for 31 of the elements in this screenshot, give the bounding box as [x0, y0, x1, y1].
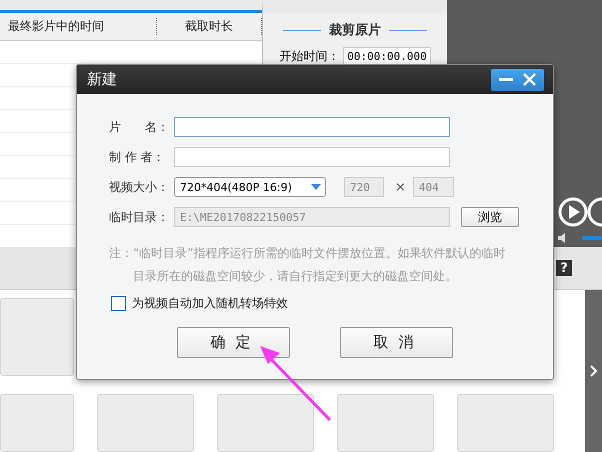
times-sign: ×	[395, 180, 406, 194]
checkbox[interactable]	[111, 296, 126, 311]
help-button[interactable]: ?	[556, 260, 572, 276]
minimize-icon[interactable]	[499, 78, 513, 82]
clip-tile[interactable]	[0, 394, 74, 452]
browse-button[interactable]: 浏览	[461, 207, 519, 227]
play-icon[interactable]	[558, 197, 602, 228]
text-field[interactable]	[174, 117, 450, 137]
cancel-button[interactable]: 取消	[340, 327, 453, 358]
clip-tile[interactable]	[457, 394, 554, 452]
dialog-title: 新建	[87, 70, 117, 89]
caret-icon	[311, 184, 321, 190]
checkbox-label: 为视频自动加入随机转场特效	[132, 295, 288, 312]
field-label: 片 名：	[109, 118, 170, 136]
ok-button[interactable]: 确定	[177, 327, 290, 358]
note-text: 注：“临时目录”指程序运行所需的临时文件摆放位置。如果软件默认的临时目录所在的磁盘空间较少，请自行指定到更大的磁盘空间处。	[109, 245, 506, 285]
column-header[interactable]: 最终影片中的时间	[0, 18, 158, 35]
size-dropdown[interactable]: 720*404(480P 16:9)	[174, 177, 326, 197]
panel-title: 裁剪原片	[283, 21, 427, 39]
chevron-icon[interactable]	[590, 365, 598, 377]
clip-tile[interactable]	[217, 394, 314, 452]
field-label: 视频大小：	[109, 178, 170, 196]
volume-icon[interactable]	[558, 233, 602, 244]
clip-tile[interactable]	[0, 298, 74, 376]
field-label: 制 作 者：	[109, 148, 166, 166]
clip-tile[interactable]	[337, 394, 434, 452]
field-label: 临时目录：	[109, 208, 170, 226]
clip-tile[interactable]	[97, 394, 194, 452]
text-field[interactable]	[174, 147, 450, 167]
close-icon[interactable]	[523, 73, 536, 86]
field-label: 开始时间：	[279, 48, 340, 65]
